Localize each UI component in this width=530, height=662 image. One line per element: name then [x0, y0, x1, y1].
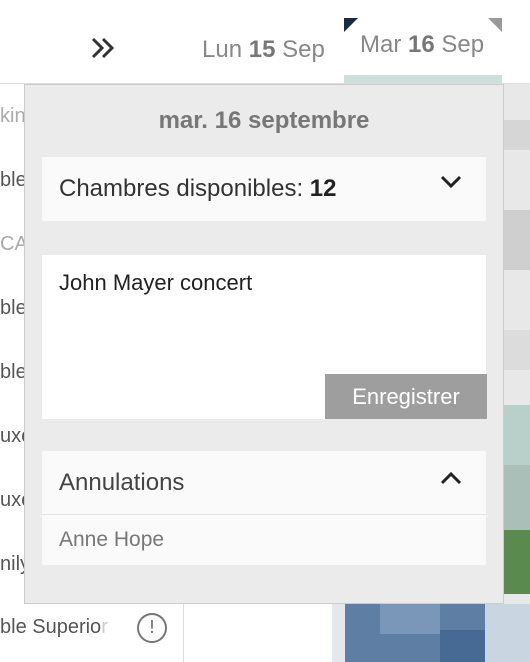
availability-count: 12 [309, 175, 337, 202]
popover-date-title: mar. 16 septembre [158, 107, 370, 134]
day-details-popover: mar. 16 septembre Chambres disponibles: … [24, 84, 504, 604]
cancellations-panel: Annulations Anne Hope [42, 451, 486, 565]
room-type-label: ble [0, 297, 27, 319]
background-pattern [440, 630, 485, 662]
background-pattern [380, 604, 440, 634]
note-textarea[interactable]: John Mayer concert Enregistrer [42, 255, 487, 419]
day-number: 15 [248, 36, 276, 63]
month-label: Sep [441, 31, 485, 58]
cancellations-header[interactable]: Annulations [42, 451, 486, 515]
room-type-label: ble [0, 361, 27, 383]
save-button[interactable]: Enregistrer [325, 374, 487, 419]
note-text: John Mayer concert [59, 270, 253, 295]
day-header-monday[interactable]: Lun 15 Sep [202, 36, 325, 64]
weekday-label: Lun [202, 36, 243, 63]
availability-dropdown[interactable]: Chambres disponibles: 12 [42, 157, 486, 221]
chevron-up-icon[interactable] [440, 471, 462, 490]
background-pattern [485, 604, 530, 662]
background-pattern [504, 465, 530, 530]
cancellations-title: Annulations [59, 469, 185, 496]
selected-day-indicator [344, 75, 502, 83]
exclamation-circle-icon[interactable]: ! [137, 613, 167, 643]
day-number: 16 [408, 31, 435, 58]
room-type-label: kin [0, 105, 26, 127]
weekday-label: Mar [360, 31, 402, 58]
room-type-label-faded: r [101, 616, 108, 638]
background-pattern [504, 530, 530, 594]
background-pattern [504, 120, 530, 150]
day-marker-grey [488, 18, 502, 32]
month-label: Sep [282, 36, 325, 63]
day-header-tuesday[interactable]: Mar 16 Sep [360, 31, 484, 59]
cancellation-guest-name[interactable]: Anne Hope [59, 528, 164, 552]
chevron-down-icon[interactable] [440, 175, 462, 189]
day-marker-dark [344, 18, 358, 32]
room-type-superior: ble Superior [0, 616, 108, 639]
availability-label: Chambres disponibles: [59, 175, 304, 202]
room-type-label: ble [0, 169, 27, 191]
background-pattern [504, 210, 530, 270]
background-pattern [504, 330, 530, 370]
availability-text: Chambres disponibles: 12 [59, 175, 337, 203]
background-pattern [504, 405, 530, 465]
double-chevron-right-icon[interactable] [90, 36, 116, 65]
column-divider [183, 604, 184, 662]
room-type-label: ble Superio [0, 616, 102, 638]
